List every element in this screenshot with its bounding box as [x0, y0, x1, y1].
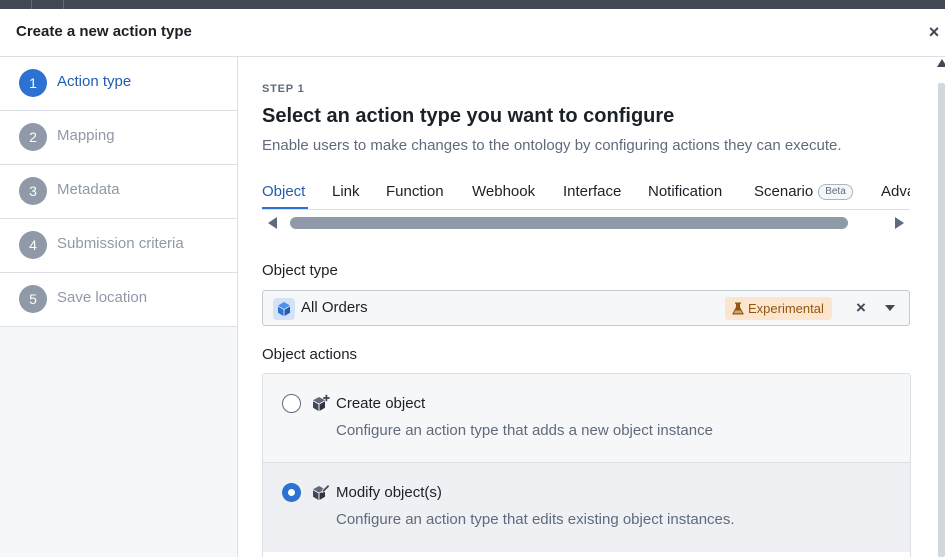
action-option-create-object[interactable]: Create object Configure an action type t… [263, 374, 910, 463]
step-label: Metadata [57, 181, 120, 198]
scrollbar-thumb[interactable] [938, 83, 945, 557]
page-scrollbar[interactable] [935, 57, 945, 557]
step-number-badge: 2 [19, 123, 47, 151]
tab-webhook[interactable]: Webhook [472, 183, 535, 200]
step-number-badge: 1 [19, 69, 47, 97]
action-option-modify-objects[interactable]: Modify object(s) Configure an action typ… [263, 463, 910, 552]
step-eyebrow: STEP 1 [262, 83, 305, 95]
active-tab-indicator [262, 207, 308, 209]
step-action-type[interactable]: 1 Action type [0, 57, 237, 111]
step-label: Action type [57, 73, 132, 90]
close-icon[interactable]: × [924, 21, 944, 43]
create-action-type-dialog: Create a new action type × 1 Action type… [0, 9, 945, 557]
tabs-scrollbar[interactable] [262, 215, 910, 231]
action-category-tabs: Object Link Function Webhook Interface N… [262, 175, 910, 210]
object-actions-list: Create object Configure an action type t… [262, 373, 911, 557]
beta-badge: Beta [818, 184, 853, 200]
cube-plus-icon [313, 394, 330, 411]
main-panel: STEP 1 Select an action type you want to… [238, 57, 945, 557]
action-title: Modify object(s) [336, 484, 442, 501]
tab-link[interactable]: Link [332, 183, 360, 200]
tab-interface[interactable]: Interface [563, 183, 621, 200]
cube-icon [273, 298, 295, 320]
tab-scenario-label: Scenario [754, 183, 814, 200]
experimental-tag-label: Experimental [748, 301, 824, 316]
step-number-badge: 3 [19, 177, 47, 205]
flask-icon [732, 302, 744, 315]
object-type-value: All Orders [301, 299, 368, 316]
object-actions-label: Object actions [262, 346, 358, 363]
modify-objects-radio[interactable] [282, 483, 301, 502]
tab-scenario[interactable]: Scenario Beta [754, 183, 853, 200]
clear-selection-icon[interactable]: × [852, 296, 870, 320]
scroll-left-icon[interactable] [268, 217, 277, 229]
steps-sidebar: 1 Action type 2 Mapping 3 Metadata 4 Sub… [0, 57, 238, 557]
step-label: Mapping [57, 127, 115, 144]
create-object-radio[interactable] [282, 394, 301, 413]
scrollbar-thumb[interactable] [290, 217, 848, 229]
action-title: Create object [336, 395, 426, 412]
step-mapping[interactable]: 2 Mapping [0, 111, 237, 165]
chevron-down-icon[interactable] [885, 305, 895, 311]
scroll-right-icon[interactable] [895, 217, 904, 229]
dialog-title: Create a new action type [16, 23, 192, 40]
tab-notification[interactable]: Notification [648, 183, 722, 200]
object-type-select[interactable]: All Orders Experimental × [262, 290, 910, 326]
step-label: Submission criteria [57, 235, 184, 252]
step-number-badge: 4 [19, 231, 47, 259]
action-description: Configure an action type that adds a new… [336, 422, 713, 439]
tab-object[interactable]: Object [262, 183, 305, 200]
dialog-header: Create a new action type × [0, 9, 945, 57]
step-save-location[interactable]: 5 Save location [0, 273, 237, 327]
step-metadata[interactable]: 3 Metadata [0, 165, 237, 219]
object-type-label: Object type [262, 262, 338, 279]
page-title: Select an action type you want to config… [262, 105, 675, 127]
step-number-badge: 5 [19, 285, 47, 313]
window-top-strip [0, 0, 945, 9]
action-description: Configure an action type that edits exis… [336, 511, 735, 528]
window-tab[interactable] [0, 0, 32, 9]
step-label: Save location [57, 289, 148, 306]
scroll-up-icon[interactable] [937, 59, 945, 67]
step-submission-criteria[interactable]: 4 Submission criteria [0, 219, 237, 273]
tab-advanced[interactable]: Adva [881, 183, 910, 200]
tab-function[interactable]: Function [386, 183, 444, 200]
page-subtitle: Enable users to make changes to the onto… [262, 137, 842, 154]
cube-edit-icon [313, 483, 331, 500]
experimental-tag: Experimental [725, 297, 832, 320]
window-tab[interactable] [32, 0, 64, 9]
